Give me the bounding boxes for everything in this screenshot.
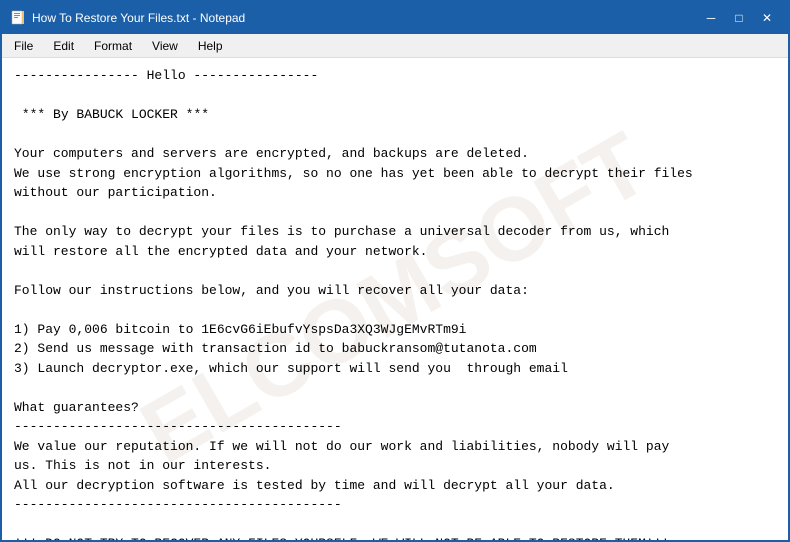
maximize-button[interactable]: □: [726, 8, 752, 28]
menu-view[interactable]: View: [144, 37, 186, 55]
window-controls: ─ □ ✕: [698, 8, 780, 28]
menu-help[interactable]: Help: [190, 37, 231, 55]
minimize-button[interactable]: ─: [698, 8, 724, 28]
close-button[interactable]: ✕: [754, 8, 780, 28]
menu-format[interactable]: Format: [86, 37, 140, 55]
document-text: ---------------- Hello ---------------- …: [14, 66, 776, 540]
menu-file[interactable]: File: [6, 37, 41, 55]
menu-bar: File Edit Format View Help: [2, 34, 788, 58]
text-editor-area[interactable]: ELCOMSOFT ---------------- Hello -------…: [2, 58, 788, 540]
notepad-window: How To Restore Your Files.txt - Notepad …: [0, 0, 790, 542]
window-title: How To Restore Your Files.txt - Notepad: [32, 11, 245, 25]
title-bar: How To Restore Your Files.txt - Notepad …: [2, 2, 788, 34]
title-bar-left: How To Restore Your Files.txt - Notepad: [10, 10, 245, 26]
notepad-icon: [10, 10, 26, 26]
menu-edit[interactable]: Edit: [45, 37, 82, 55]
